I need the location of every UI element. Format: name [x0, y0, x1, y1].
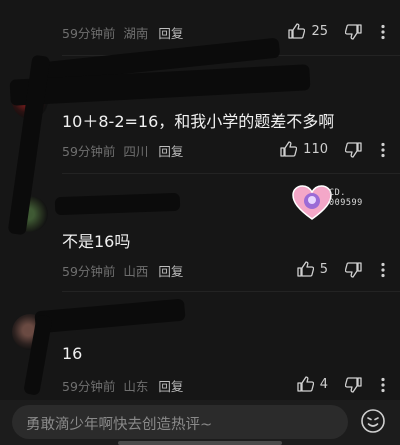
comment-location: 四川	[123, 144, 149, 159]
comment-meta: 59分钟前 四川 回复	[62, 141, 183, 160]
thumbs-up-icon	[288, 23, 306, 39]
like-button[interactable]: 110	[280, 141, 328, 157]
comment-text: 16	[62, 344, 83, 363]
thumbs-down-icon[interactable]	[345, 377, 362, 393]
more-vertical-icon[interactable]	[378, 377, 388, 393]
comment-time: 59分钟前	[62, 26, 116, 41]
divider	[62, 291, 400, 292]
fan-badge-label-line2: 009599	[329, 198, 363, 208]
thumbs-down-icon[interactable]	[345, 142, 362, 158]
divider	[62, 173, 400, 174]
home-indicator	[118, 441, 282, 445]
more-vertical-icon[interactable]	[378, 262, 388, 278]
fan-badge-label-line1: CD.	[329, 188, 346, 198]
reply-button[interactable]: 回复	[158, 26, 183, 41]
comment-meta: 59分钟前 山东 回复	[62, 376, 183, 395]
like-button[interactable]: 4	[297, 376, 328, 392]
like-button[interactable]: 25	[288, 23, 328, 39]
comment-time: 59分钟前	[62, 144, 116, 159]
comment-location: 山西	[123, 264, 149, 279]
thumbs-up-icon	[297, 261, 314, 277]
comment-meta: 59分钟前 山西 回复	[62, 261, 183, 280]
more-vertical-icon[interactable]	[378, 142, 388, 158]
thumbs-up-icon	[297, 376, 314, 392]
comment-location: 山东	[123, 379, 149, 394]
like-count: 5	[319, 261, 328, 277]
emoji-icon[interactable]	[360, 408, 386, 434]
fan-badge-heart-icon	[292, 185, 332, 221]
comment-time: 59分钟前	[62, 264, 116, 279]
thumbs-up-icon	[280, 141, 298, 157]
comment-location: 湖南	[123, 26, 149, 41]
thumbs-down-icon[interactable]	[345, 262, 362, 278]
comment-meta: 59分钟前 湖南 回复	[62, 23, 183, 42]
comment-time: 59分钟前	[62, 379, 116, 394]
comment-input-placeholder: 勇敢滴少年啊快去创造热评~	[26, 417, 213, 433]
redaction-mark	[34, 298, 186, 334]
like-count: 110	[303, 141, 328, 157]
reply-button[interactable]: 回复	[158, 379, 183, 394]
more-vertical-icon[interactable]	[378, 24, 388, 40]
reply-button[interactable]: 回复	[158, 144, 183, 159]
thumbs-down-icon[interactable]	[345, 24, 362, 40]
comment-input[interactable]: 勇敢滴少年啊快去创造热评~	[12, 405, 348, 439]
redaction-mark	[54, 192, 181, 216]
fan-badge-label: CD. 009599	[329, 188, 363, 208]
like-count: 25	[311, 23, 328, 39]
reply-button[interactable]: 回复	[158, 264, 183, 279]
like-button[interactable]: 5	[297, 261, 328, 277]
comment-text: 不是16吗	[62, 232, 131, 251]
comment-text: 10＋8-2=16，和我小学的题差不多啊	[62, 112, 335, 131]
like-count: 4	[319, 376, 328, 392]
